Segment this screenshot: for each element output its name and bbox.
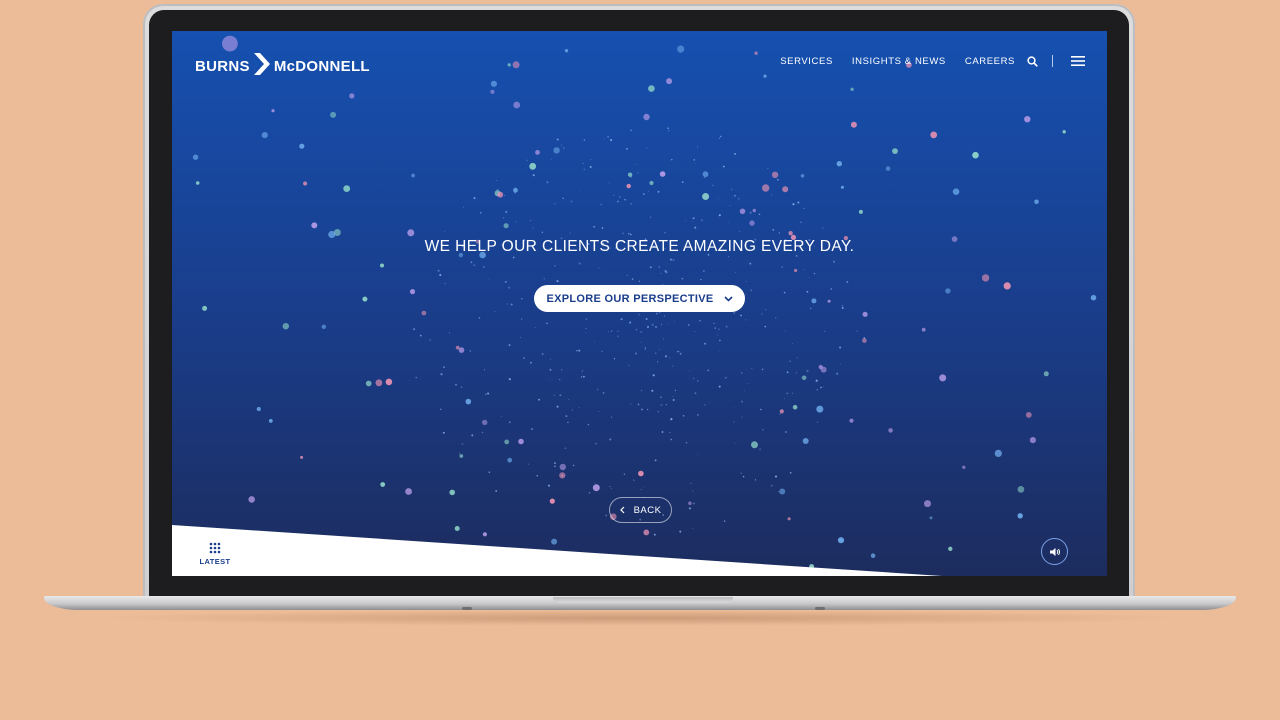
- laptop-shadow: [90, 610, 1190, 626]
- laptop-foot: [462, 607, 472, 610]
- laptop-notch: [553, 597, 733, 603]
- website-screen: BURNS McDONNELL SERVICES INSIGHTS & NEWS…: [172, 31, 1107, 576]
- latest-label: LATEST: [199, 557, 231, 566]
- laptop-foot: [815, 607, 825, 610]
- bottom-white-wedge: [172, 525, 942, 576]
- latest-button[interactable]: LATEST: [198, 542, 232, 566]
- speaker-icon[interactable]: [1041, 538, 1068, 565]
- grid-dots-icon: [198, 542, 232, 554]
